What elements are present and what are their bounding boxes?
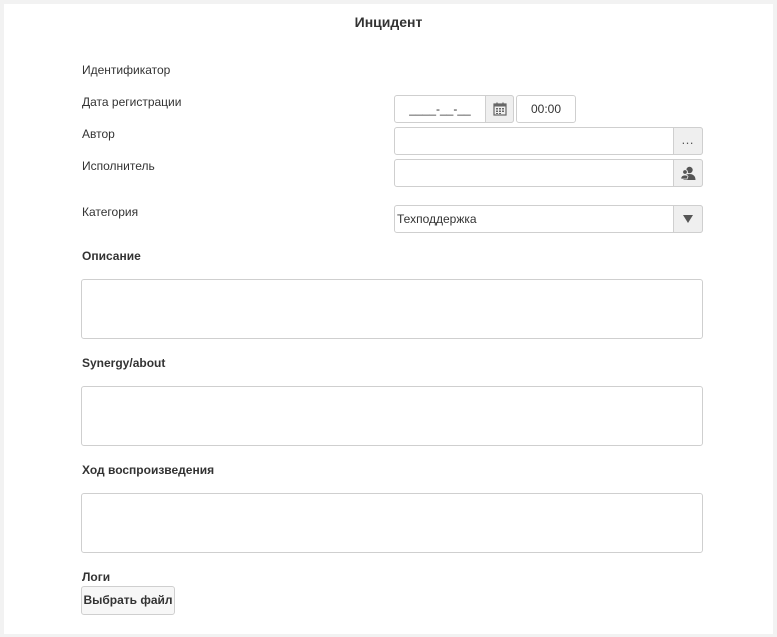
- author-select-button[interactable]: …: [673, 127, 703, 155]
- form-title: Инцидент: [354, 14, 423, 30]
- executor-label: Исполнитель: [82, 159, 155, 173]
- executor-field[interactable]: [394, 159, 703, 187]
- executor-select-button[interactable]: [673, 159, 703, 187]
- description-textarea[interactable]: [81, 279, 703, 339]
- synergy-label: Synergy/about: [82, 356, 166, 370]
- reproduction-textarea[interactable]: [81, 493, 703, 553]
- chevron-down-icon: [683, 215, 693, 223]
- choose-file-button[interactable]: Выбрать файл: [81, 586, 175, 615]
- date-value[interactable]: ____-__-__: [395, 96, 485, 122]
- user-icon: [680, 166, 696, 180]
- description-label: Описание: [82, 249, 141, 263]
- author-field[interactable]: [394, 127, 703, 155]
- logs-label: Логи: [82, 570, 111, 584]
- category-value[interactable]: Техподдержка: [397, 205, 477, 233]
- synergy-textarea[interactable]: [81, 386, 703, 446]
- category-dropdown-button[interactable]: [673, 205, 703, 233]
- calendar-icon: [492, 102, 507, 116]
- ellipsis-icon: …: [681, 131, 695, 147]
- reproduction-label: Ход воспроизведения: [82, 463, 215, 477]
- registration-date-label: Дата регистрации: [82, 95, 182, 109]
- category-label: Категория: [82, 205, 139, 219]
- author-label: Автор: [82, 127, 115, 141]
- identifier-label: Идентификатор: [82, 63, 171, 77]
- calendar-button[interactable]: [485, 95, 514, 123]
- time-field[interactable]: 00:00: [516, 95, 576, 123]
